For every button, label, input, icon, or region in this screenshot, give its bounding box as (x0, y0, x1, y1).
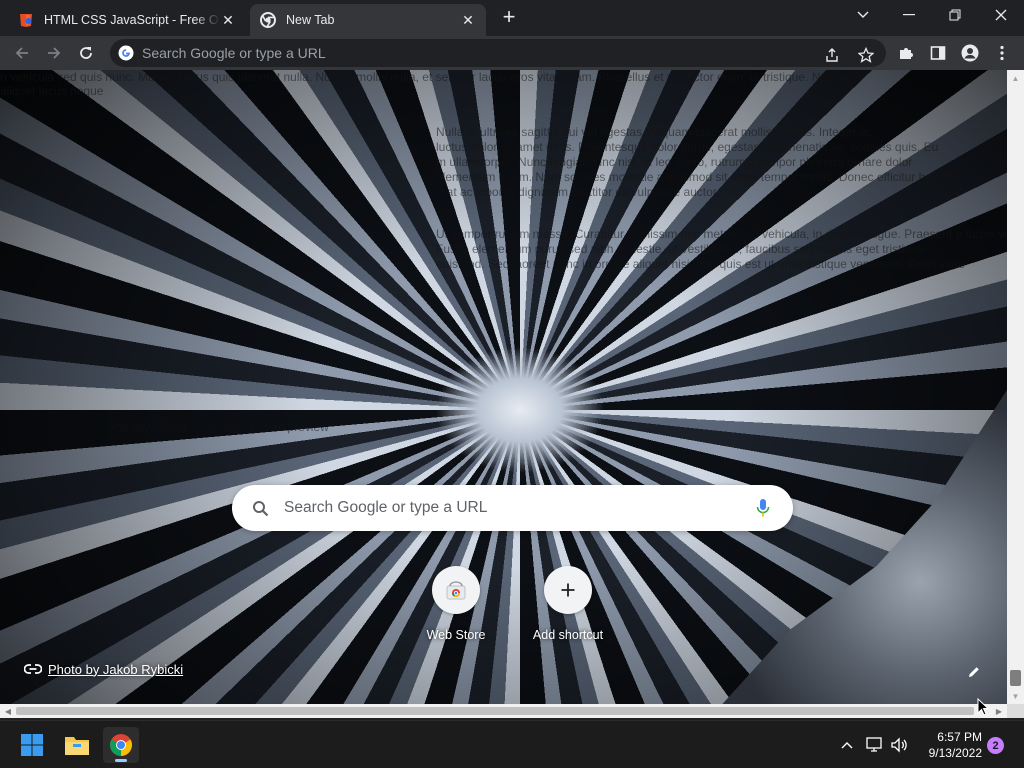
shortcut-add[interactable]: Add shortcut (520, 566, 616, 646)
tab-close-icon[interactable]: ✕ (460, 12, 476, 28)
bookmark-star-icon[interactable] (856, 45, 876, 65)
taskbar: 6:57 PM 9/13/2022 2 (0, 720, 1024, 768)
show-hidden-icons-chevron-icon[interactable] (837, 735, 857, 755)
chrome-taskbar-icon[interactable] (103, 727, 139, 763)
background-text: Fusce elementum purus sed nibh molestie,… (436, 242, 925, 256)
toolbar (0, 36, 1024, 70)
omnibox-input[interactable] (142, 45, 802, 61)
scroll-up-arrow-icon[interactable]: ▲ (1007, 70, 1024, 86)
restore-icon[interactable] (932, 0, 978, 30)
microphone-icon[interactable] (753, 498, 773, 518)
link-icon (24, 660, 42, 678)
chrome-favicon-icon (260, 12, 276, 28)
extensions-puzzle-icon[interactable] (895, 42, 917, 64)
shortcut-tile[interactable] (432, 566, 480, 614)
tab-close-icon[interactable]: ✕ (220, 12, 236, 28)
scroll-right-arrow-icon[interactable]: ▶ (991, 704, 1007, 718)
background-text: aliquet lacus neque (0, 84, 104, 98)
close-window-icon[interactable] (978, 0, 1024, 30)
shortcut-tile[interactable] (544, 566, 592, 614)
background-text: Nulla ut ultrices sagittis dui vel egest… (436, 125, 873, 139)
clock-date: 9/13/2022 (928, 746, 982, 760)
start-windows-icon[interactable] (14, 727, 50, 763)
side-panel-icon[interactable] (927, 42, 949, 64)
background-text: elementum lorem. Nam sodales molestie a … (436, 170, 966, 184)
horizontal-scrollbar[interactable]: ◀ ▶ (0, 704, 1007, 718)
kebab-menu-icon[interactable] (991, 42, 1013, 64)
tab-search-chevron-icon[interactable] (840, 0, 886, 30)
omnibox[interactable] (110, 39, 886, 67)
system-clock[interactable]: 6:57 PM 9/13/2022 (916, 729, 982, 761)
new-tab-page: n vehicula sed quis nunc. Mauris luctus … (0, 70, 1007, 704)
background-text: euismod. Sed laoreet nunc in ornare aliq… (436, 257, 965, 271)
ntp-search-box[interactable] (232, 485, 793, 531)
share-icon[interactable] (822, 45, 842, 65)
search-icon (250, 498, 270, 518)
network-icon[interactable] (865, 735, 885, 755)
customize-pencil-icon[interactable] (962, 660, 986, 684)
background-text: and JavaScript editor with instant previ… (108, 420, 329, 434)
background-image-rock (717, 390, 1007, 704)
active-indicator (115, 759, 127, 762)
attribution-text: Photo by Jakob Rybicki (48, 661, 184, 677)
volume-icon[interactable] (889, 735, 909, 755)
tab-html-css-js[interactable]: HTML CSS JavaScript - Free Online Editor… (8, 4, 246, 36)
tab-strip: HTML CSS JavaScript - Free Online Editor… (0, 0, 1024, 36)
photo-attribution-link[interactable]: Photo by Jakob Rybicki (24, 660, 183, 678)
file-explorer-icon[interactable] (59, 727, 95, 763)
new-tab-plus-icon[interactable]: + (498, 6, 520, 29)
shortcut-label: Web Store (426, 628, 486, 642)
scroll-down-arrow-icon[interactable]: ▼ (1007, 688, 1024, 704)
vertical-scrollbar[interactable]: ▲ ▼ (1007, 70, 1024, 704)
web-store-icon (446, 581, 466, 600)
reload-icon[interactable] (74, 41, 98, 65)
notification-badge[interactable]: 2 (987, 737, 1004, 754)
shortcut-label: Add shortcut (532, 628, 604, 642)
forward-arrow-icon[interactable] (42, 41, 66, 65)
google-g-icon (118, 45, 134, 61)
tab-title: New Tab (286, 13, 335, 27)
background-text: luctus dolor sit amet risus. Pellentesqu… (436, 140, 939, 154)
mouse-cursor-icon (977, 698, 989, 716)
profile-avatar-icon[interactable] (959, 42, 981, 64)
tab-title: HTML CSS JavaScript - Free Online Editor (44, 13, 220, 27)
background-text: m ullamcorper. Nunc feugiat nunc nisl, i… (436, 155, 913, 169)
scroll-left-arrow-icon[interactable]: ◀ (0, 704, 16, 718)
scrollbar-thumb[interactable] (16, 707, 974, 715)
minimize-icon[interactable] (886, 0, 932, 30)
back-arrow-icon[interactable] (10, 41, 34, 65)
shortcut-web-store[interactable]: Web Store (408, 566, 504, 646)
background-text: erat ac lobortis dignissim porttitor ex … (436, 185, 720, 199)
scrollbar-corner (1007, 704, 1024, 718)
ntp-search-input[interactable] (284, 499, 734, 517)
scrollbar-thumb[interactable] (1010, 670, 1021, 686)
background-text: n vehicula sed quis nunc. Mauris luctus … (0, 70, 850, 84)
plus-icon (561, 583, 575, 597)
background-text: Ut semper rutrum massa. Curabitur dignis… (436, 227, 1007, 241)
clock-time: 6:57 PM (937, 730, 982, 744)
tab-new-tab[interactable]: New Tab ✕ (250, 4, 486, 36)
codepen-favicon-icon (20, 14, 32, 27)
